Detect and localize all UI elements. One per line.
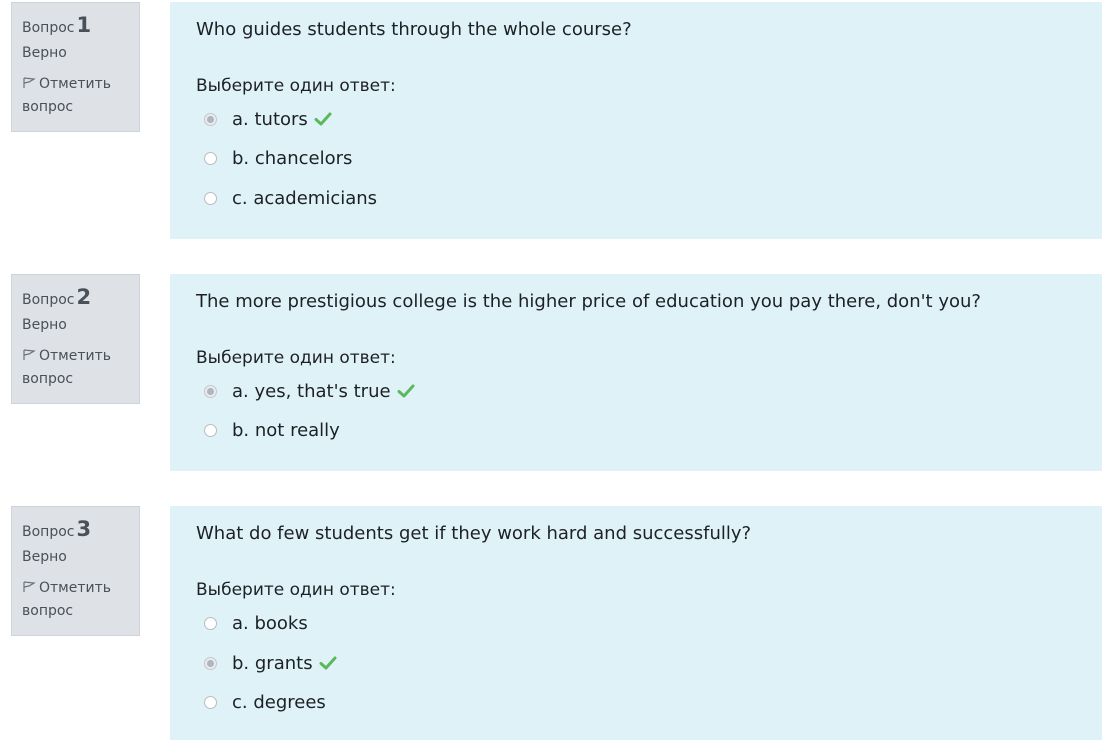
- question-text: The more prestigious college is the high…: [196, 291, 981, 312]
- flag-label-second-line: вопрос: [22, 371, 74, 387]
- question-number-value: 3: [76, 517, 92, 541]
- question-info: Вопрос2 Верно Отметить вопрос: [11, 274, 140, 404]
- question-text: Who guides students through the whole co…: [196, 19, 632, 40]
- question-info: Вопрос1 Верно Отметить вопрос: [11, 2, 140, 132]
- answer-text: b. grants: [232, 653, 313, 674]
- answer-radio[interactable]: [204, 152, 217, 165]
- flag-label-second-line: вопрос: [22, 99, 74, 115]
- answer-text: c. academicians: [232, 188, 378, 209]
- answer-text: b. chancelors: [232, 148, 353, 169]
- check-icon: [319, 656, 337, 670]
- answer-prompt: Выберите один ответ:: [196, 580, 396, 600]
- flag-label-second-line: вопрос: [22, 603, 74, 619]
- flag-question-link[interactable]: Отметить вопрос: [22, 577, 139, 623]
- answer-prompt: Выберите один ответ:: [196, 348, 396, 368]
- question-text: What do few students get if they work ha…: [196, 523, 752, 544]
- question-state: Верно: [22, 317, 67, 333]
- question-label: Вопрос: [22, 20, 75, 36]
- answer-radio-selected[interactable]: [204, 657, 217, 670]
- answer-text: a. yes, that's true: [232, 381, 391, 402]
- flag-question-link[interactable]: Отметить вопрос: [22, 73, 139, 119]
- flag-icon: [23, 77, 36, 88]
- flag-question-link[interactable]: Отметить вопрос: [22, 345, 139, 391]
- answer-radio-selected[interactable]: [204, 385, 217, 398]
- answer-text: a. tutors: [232, 109, 308, 130]
- question-number: Вопрос3: [22, 516, 139, 542]
- question-number-value: 2: [76, 285, 92, 309]
- question-content: Who guides students through the whole co…: [170, 2, 1102, 239]
- flag-icon: [23, 349, 36, 360]
- question-state: Верно: [22, 549, 67, 565]
- question-number-value: 1: [76, 13, 92, 37]
- answer-radio[interactable]: [204, 617, 217, 630]
- flag-label: Отметить: [39, 580, 112, 596]
- answer-radio-selected[interactable]: [204, 113, 217, 126]
- question-label: Вопрос: [22, 292, 75, 308]
- check-icon: [314, 112, 332, 126]
- flag-icon: [23, 581, 36, 592]
- answer-text: c. degrees: [232, 692, 326, 713]
- question-content: What do few students get if they work ha…: [170, 506, 1102, 740]
- question-state: Верно: [22, 45, 67, 61]
- answer-radio[interactable]: [204, 696, 217, 709]
- question-label: Вопрос: [22, 524, 75, 540]
- question-number: Вопрос2: [22, 284, 139, 310]
- question-content: The more prestigious college is the high…: [170, 274, 1102, 471]
- answer-radio[interactable]: [204, 192, 217, 205]
- answer-text: b. not really: [232, 420, 340, 441]
- answer-text: a. books: [232, 613, 308, 634]
- answer-radio[interactable]: [204, 424, 217, 437]
- check-icon: [397, 384, 415, 398]
- flag-label: Отметить: [39, 348, 112, 364]
- question-info: Вопрос3 Верно Отметить вопрос: [11, 506, 140, 636]
- flag-label: Отметить: [39, 76, 112, 92]
- question-number: Вопрос1: [22, 12, 139, 38]
- answer-prompt: Выберите один ответ:: [196, 76, 396, 96]
